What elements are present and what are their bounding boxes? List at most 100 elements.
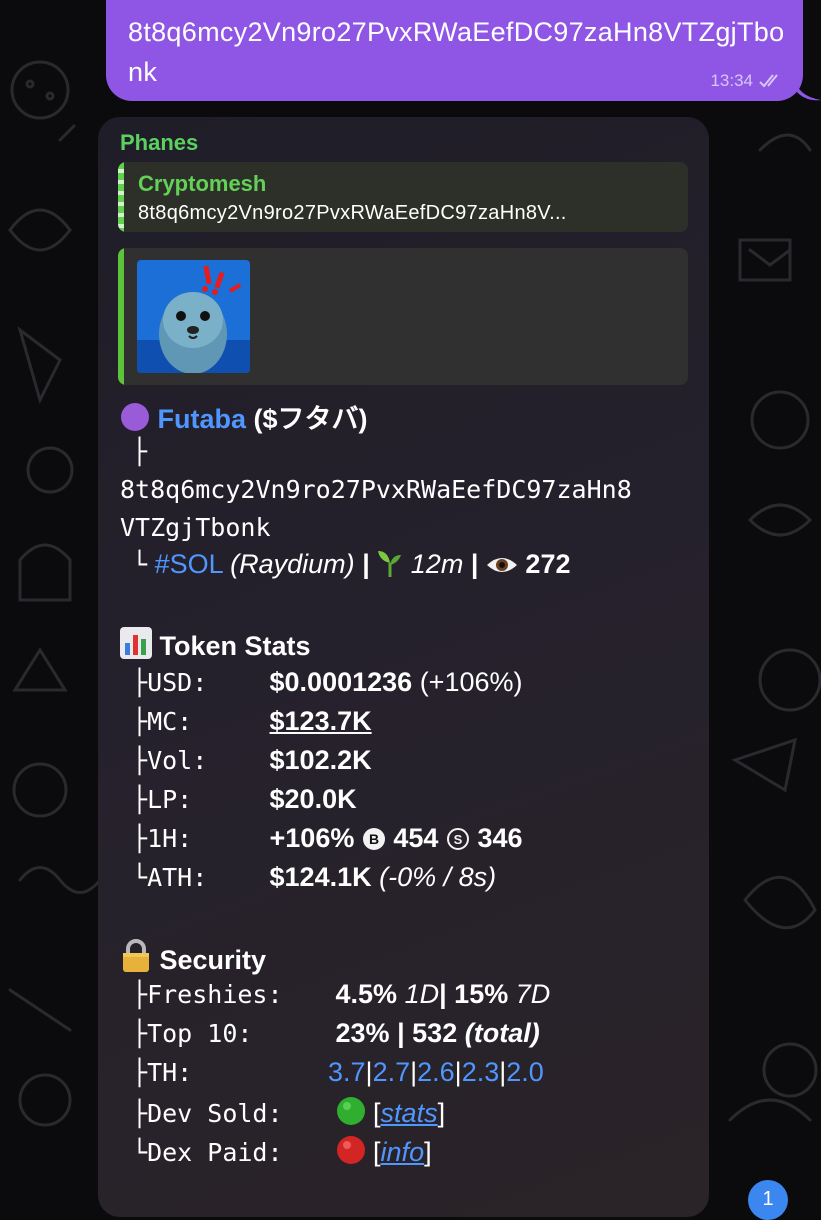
outgoing-message-text: 8t8q6mcy2Vn9ro27PvxRWaEefDC97zaHn8VTZgjT… xyxy=(128,17,785,87)
token-chain-line: └ #SOL (Raydium) | 12m | 272 xyxy=(132,549,570,580)
seedling-icon xyxy=(378,551,402,577)
security-heading: Security xyxy=(120,939,266,976)
tree-branch: ├ xyxy=(132,707,148,736)
stat-label: ATH: xyxy=(147,863,208,892)
market-cap-link[interactable]: $123.7K xyxy=(270,706,372,736)
period-label: 1D xyxy=(404,979,440,1009)
stat-row-1h: ├1H: +106% B 454 S 346 xyxy=(132,823,523,854)
security-row-dex-paid: └Dex Paid: [info] xyxy=(132,1135,432,1168)
separator: | xyxy=(362,549,370,579)
token-name-link[interactable]: Futaba xyxy=(158,404,247,434)
security-label: Dex Paid: xyxy=(147,1138,283,1167)
hourly-change: +106% xyxy=(269,823,355,853)
stat-label: 1H: xyxy=(147,824,193,853)
freshies-1d-value: 4.5% xyxy=(335,979,398,1009)
svg-text:S: S xyxy=(454,832,463,847)
top-holder-link[interactable]: 2.0 xyxy=(506,1057,544,1087)
tree-branch: ├ xyxy=(132,668,148,697)
bracket: ] xyxy=(437,1098,446,1128)
incoming-message-bubble[interactable]: Phanes Cryptomesh 8t8q6mcy2Vn9ro27PvxRWa… xyxy=(98,117,709,1217)
sells-s-icon: S xyxy=(446,828,469,850)
ath-value: $124.1K xyxy=(269,862,372,892)
preview-accent-bar xyxy=(118,248,124,385)
purple-circle-icon xyxy=(121,403,149,431)
sell-count: 346 xyxy=(477,823,523,853)
seal-image xyxy=(137,260,250,373)
reply-accent-bar xyxy=(118,162,124,232)
stat-row-ath: └ATH: $124.1K (-0% / 8s) xyxy=(132,862,496,893)
stat-row-usd: ├USD: $0.0001236 (+106%) xyxy=(132,667,523,698)
stat-label: LP: xyxy=(147,785,193,814)
bracket: ] xyxy=(424,1137,432,1167)
unread-count-badge[interactable]: 1 xyxy=(748,1180,788,1220)
tree-end: └ xyxy=(132,863,148,892)
stat-row-mc: ├MC: $123.7K xyxy=(132,706,372,737)
token-address-line-2[interactable]: VTZgjTbonk xyxy=(120,513,271,542)
security-title: Security xyxy=(159,945,267,975)
token-title: Futaba ($フタバ) xyxy=(120,397,368,436)
buys-b-icon: B xyxy=(362,828,385,850)
bracket: [ xyxy=(373,1098,381,1128)
security-label: Dev Sold: xyxy=(147,1099,283,1128)
security-row-dev-sold: ├Dev Sold: [stats] xyxy=(132,1096,445,1129)
reply-text: 8t8q6mcy2Vn9ro27PvxRWaEefDC97zaHn8V... xyxy=(138,202,567,224)
tree-end: └ xyxy=(132,1138,148,1167)
holder-total: 532 xyxy=(412,1018,458,1048)
svg-text:B: B xyxy=(369,831,379,847)
token-stats-heading: Token Stats xyxy=(120,627,311,662)
tree-branch: ├ xyxy=(132,437,148,466)
token-age: 12m xyxy=(410,549,464,579)
outgoing-message-bubble[interactable]: 8t8q6mcy2Vn9ro27PvxRWaEefDC97zaHn8VTZgjT… xyxy=(106,0,803,101)
stat-row-lp: ├LP: $20.0K xyxy=(132,784,357,815)
tree-branch: ├ xyxy=(132,980,148,1009)
top-holder-link[interactable]: 2.7 xyxy=(373,1057,411,1087)
stat-label: Vol: xyxy=(147,746,208,775)
eye-icon xyxy=(486,558,517,572)
message-time: 13:34 xyxy=(710,71,753,90)
total-label: (total) xyxy=(464,1018,540,1048)
usd-change: (+106%) xyxy=(419,667,523,697)
volume-value: $102.2K xyxy=(269,745,372,775)
ath-change: (-0% / 8s) xyxy=(379,862,497,892)
reply-quote[interactable]: Cryptomesh 8t8q6mcy2Vn9ro27PvxRWaEefDC97… xyxy=(118,162,688,232)
chain-hashtag[interactable]: #SOL xyxy=(155,549,223,579)
seal-thumbnail[interactable] xyxy=(137,260,250,373)
security-label: TH: xyxy=(147,1058,193,1087)
security-row-top10: ├Top 10: 23% | 532 (total) xyxy=(132,1018,540,1049)
freshies-7d-value: 15% xyxy=(454,979,509,1009)
dev-stats-link[interactable]: stats xyxy=(381,1098,438,1128)
security-label: Top 10: xyxy=(147,1019,253,1048)
dex-name: (Raydium) xyxy=(230,549,355,579)
security-label: Freshies: xyxy=(147,980,283,1009)
period-label: 7D xyxy=(515,979,551,1009)
tree-branch: ├ xyxy=(132,824,148,853)
token-stats-title: Token Stats xyxy=(159,631,311,661)
sender-name[interactable]: Phanes xyxy=(120,130,198,156)
bar-chart-icon xyxy=(120,627,152,659)
tree-branch: ├ xyxy=(132,1099,148,1128)
tree-branch: ├ xyxy=(132,1019,148,1048)
message-meta: 13:34 xyxy=(710,71,785,91)
usd-price: $0.0001236 xyxy=(269,667,413,697)
dex-info-link[interactable]: info xyxy=(381,1137,425,1167)
stat-row-vol: ├Vol: $102.2K xyxy=(132,745,372,776)
double-check-icon xyxy=(759,74,778,88)
liquidity-value: $20.0K xyxy=(269,784,357,814)
token-symbol: ($フタバ) xyxy=(253,404,368,434)
security-row-freshies: ├Freshies: 4.5% 1D| 15% 7D xyxy=(132,979,550,1010)
bubble-tail xyxy=(795,78,821,101)
green-circle-icon xyxy=(336,1097,365,1125)
separator: | xyxy=(439,979,447,1009)
tree-branch: ├ xyxy=(132,785,148,814)
top-holder-link[interactable]: 2.3 xyxy=(462,1057,500,1087)
separator: | xyxy=(454,1057,462,1087)
separator: | xyxy=(470,549,479,579)
buy-count: 454 xyxy=(393,823,439,853)
token-address-line-1[interactable]: 8t8q6mcy2Vn9ro27PvxRWaEefDC97zaHn8 xyxy=(120,475,632,504)
separator: | xyxy=(365,1057,373,1087)
top-holder-link[interactable]: 3.7 xyxy=(328,1057,366,1087)
separator: | xyxy=(397,1018,405,1048)
reply-author: Cryptomesh xyxy=(138,171,267,196)
top-holder-link[interactable]: 2.6 xyxy=(417,1057,455,1087)
link-preview[interactable] xyxy=(118,248,688,385)
